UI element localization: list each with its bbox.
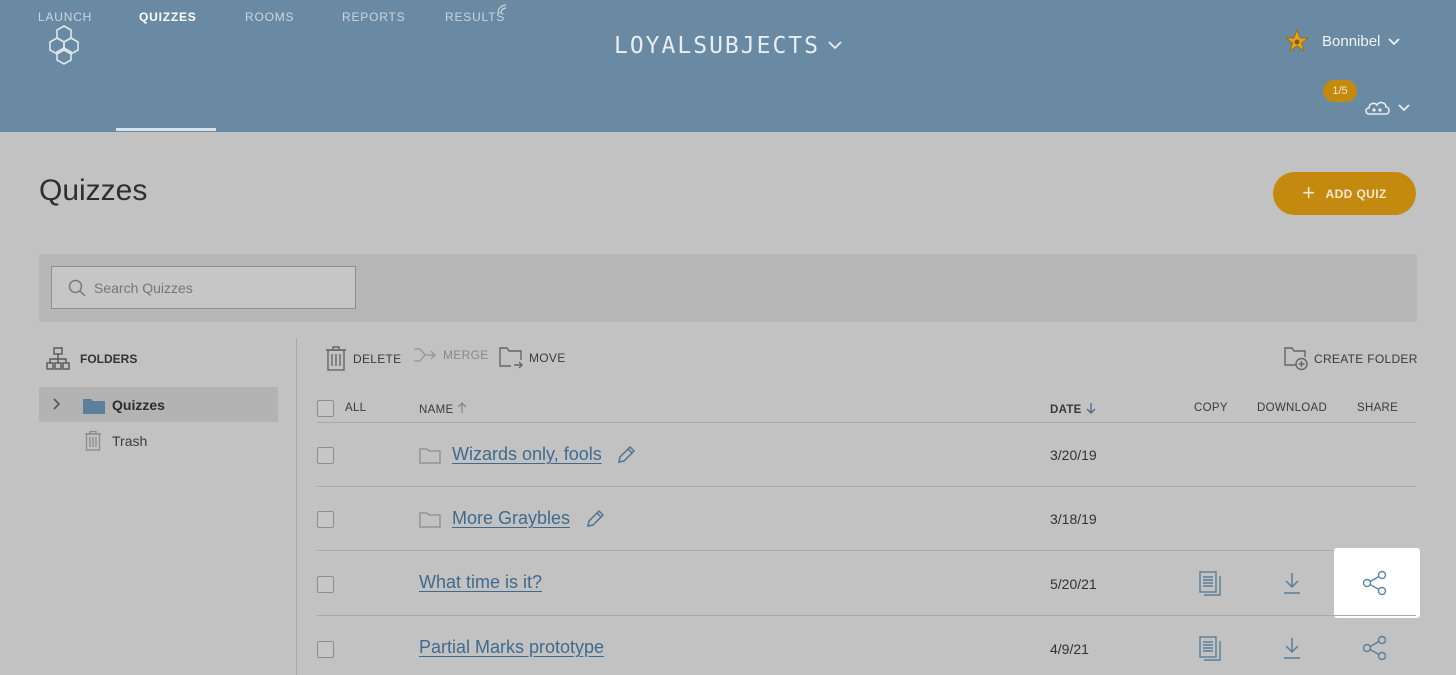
row-divider — [317, 486, 1416, 487]
trash-icon — [326, 346, 346, 371]
chevron-right-icon[interactable] — [53, 398, 61, 410]
room-selector[interactable]: LOYALSUBJECTS — [0, 30, 1456, 59]
move-folder-icon — [499, 347, 523, 369]
page-title: Quizzes — [39, 174, 148, 207]
create-folder-label: CREATE FOLDER — [1314, 351, 1418, 366]
folder-add-icon — [1284, 347, 1308, 371]
folders-heading: FOLDERS — [46, 347, 137, 371]
folder-link[interactable]: More Graybles — [452, 508, 570, 529]
column-date[interactable]: DATE — [1050, 402, 1096, 416]
row-checkbox[interactable] — [317, 576, 334, 593]
star-icon — [1284, 28, 1310, 53]
column-share: SHARE — [1357, 402, 1399, 414]
user-name: Bonnibel — [1322, 32, 1381, 50]
add-quiz-button[interactable]: + ADD QUIZ — [1273, 172, 1416, 215]
folder-link[interactable]: Wizards only, fools — [452, 444, 602, 465]
pencil-edit-icon[interactable] — [585, 509, 605, 529]
room-name: LOYALSUBJECTS — [613, 33, 820, 59]
sidebar-folder-quizzes[interactable]: Quizzes — [39, 387, 278, 422]
tab-quizzes[interactable]: QUIZZES — [139, 10, 197, 24]
tab-results[interactable]: RESULTS — [445, 4, 507, 24]
tab-reports[interactable]: REPORTS — [342, 10, 405, 24]
download-icon[interactable] — [1283, 637, 1301, 659]
chevron-down-icon[interactable] — [1398, 104, 1410, 112]
select-all-checkbox[interactable] — [317, 400, 334, 417]
delete-label: DELETE — [353, 351, 402, 366]
search-icon — [68, 279, 86, 297]
add-quiz-label: ADD QUIZ — [1325, 186, 1387, 201]
move-button[interactable]: MOVE — [499, 346, 566, 370]
arrow-down-icon — [1086, 403, 1096, 414]
row-checkbox[interactable] — [317, 641, 334, 658]
move-label: MOVE — [529, 351, 566, 365]
tab-launch[interactable]: LAUNCH — [38, 10, 92, 24]
rooms-cloud-icon[interactable] — [1363, 98, 1391, 118]
row-date: 3/18/19 — [1050, 511, 1097, 527]
folder-outline-icon — [419, 512, 441, 528]
chevron-down-icon — [828, 30, 842, 56]
column-copy: COPY — [1194, 402, 1228, 414]
arrow-up-icon — [457, 402, 467, 413]
sidebar-trash[interactable]: Trash — [84, 430, 147, 451]
sidebar-folder-label: Quizzes — [112, 397, 165, 413]
quiz-link[interactable]: Partial Marks prototype — [419, 637, 604, 658]
merge-label: MERGE — [443, 348, 489, 362]
tab-rooms[interactable]: ROOMS — [245, 10, 294, 24]
row-checkbox[interactable] — [317, 447, 334, 464]
column-date-label: DATE — [1050, 404, 1082, 416]
delete-button[interactable]: DELETE — [325, 346, 401, 371]
column-download: DOWNLOAD — [1257, 402, 1328, 414]
app-header: LOYALSUBJECTS Bonnibel LAUNCH QUIZZES RO… — [0, 0, 1456, 132]
row-divider — [317, 550, 1416, 551]
column-name-label: NAME — [419, 404, 454, 416]
row-date: 5/20/21 — [1050, 576, 1097, 592]
user-menu[interactable]: Bonnibel — [1284, 28, 1401, 54]
row-date: 3/20/19 — [1050, 447, 1097, 463]
share-icon[interactable] — [1362, 570, 1388, 596]
room-count-badge: 1/5 — [1323, 80, 1357, 102]
share-icon[interactable] — [1362, 635, 1388, 661]
create-folder-button[interactable]: CREATE FOLDER — [1284, 346, 1418, 371]
table-divider — [317, 422, 1416, 423]
copy-icon[interactable] — [1199, 571, 1221, 597]
live-signal-icon — [497, 4, 507, 14]
plus-icon: + — [1302, 179, 1316, 205]
merge-button[interactable]: MERGE — [413, 347, 489, 363]
sidebar-divider — [296, 338, 297, 675]
row-date: 4/9/21 — [1050, 641, 1089, 657]
pencil-edit-icon[interactable] — [616, 445, 636, 465]
trash-icon — [85, 430, 101, 451]
row-divider — [317, 615, 1416, 616]
merge-icon — [414, 348, 436, 362]
download-icon[interactable] — [1283, 572, 1301, 594]
search-box[interactable] — [51, 266, 356, 309]
quiz-link[interactable]: What time is it? — [419, 572, 542, 593]
copy-icon[interactable] — [1199, 636, 1221, 662]
search-input[interactable] — [94, 279, 334, 296]
row-checkbox[interactable] — [317, 511, 334, 528]
folder-outline-icon — [419, 448, 441, 464]
chevron-down-icon — [1388, 33, 1401, 50]
sidebar-trash-label: Trash — [112, 432, 148, 449]
column-name[interactable]: NAME — [419, 402, 467, 416]
column-all: ALL — [345, 402, 367, 414]
folder-icon — [83, 399, 105, 414]
folder-tree-icon — [46, 347, 70, 370]
folders-heading-label: FOLDERS — [80, 352, 138, 366]
active-tab-indicator — [116, 128, 216, 131]
